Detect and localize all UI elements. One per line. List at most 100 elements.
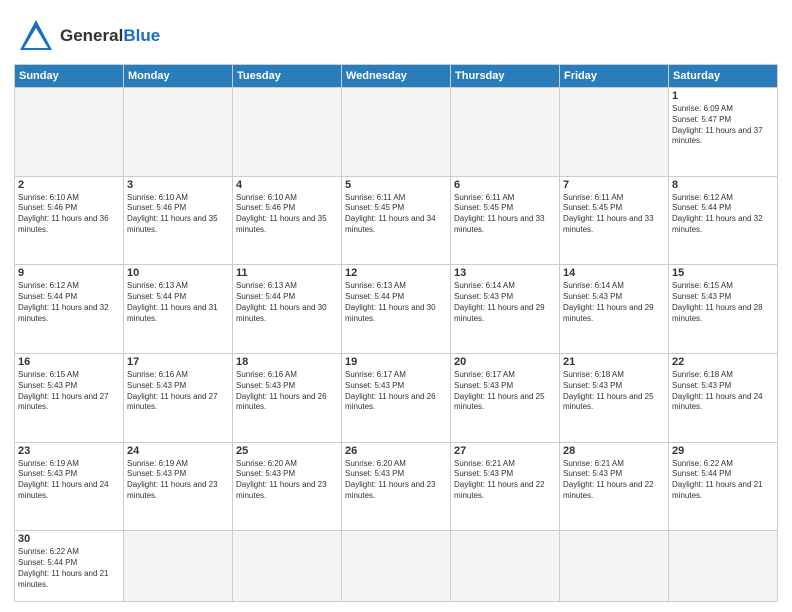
- calendar: SundayMondayTuesdayWednesdayThursdayFrid…: [14, 64, 778, 602]
- day-number: 3: [127, 179, 229, 191]
- calendar-cell: 22Sunrise: 6:18 AMSunset: 5:43 PMDayligh…: [669, 353, 778, 442]
- day-number: 7: [563, 179, 665, 191]
- calendar-cell: 13 Sunrise: 6:14 AMSunset: 5:43 PMDayligh…: [451, 265, 560, 354]
- day-number: 9: [18, 267, 120, 279]
- logo-text: GeneralBlue: [60, 27, 160, 46]
- calendar-week-3: 9 Sunrise: 6:12 AMSunset: 5:44 PMDaylight…: [15, 265, 778, 354]
- calendar-week-1: 1 Sunrise: 6:09 AMSunset: 5:47 PMDaylight…: [15, 88, 778, 177]
- weekday-header-friday: Friday: [560, 65, 669, 88]
- day-number: 16: [18, 356, 120, 368]
- cell-info: Sunrise: 6:16 AMSunset: 5:43 PMDaylight:…: [127, 370, 229, 413]
- day-number: 20: [454, 356, 556, 368]
- weekday-header-monday: Monday: [124, 65, 233, 88]
- cell-info: Sunrise: 6:16 AMSunset: 5:43 PMDaylight:…: [236, 370, 338, 413]
- weekday-header-sunday: Sunday: [15, 65, 124, 88]
- day-number: 14: [563, 267, 665, 279]
- cell-info: Sunrise: 6:17 AMSunset: 5:43 PMDaylight:…: [345, 370, 447, 413]
- cell-info: Sunrise: 6:22 AMSunset: 5:44 PMDaylight:…: [18, 547, 120, 590]
- cell-info: Sunrise: 6:12 AMSunset: 5:44 PMDaylight:…: [672, 193, 774, 236]
- calendar-cell: 23 Sunrise: 6:19 AMSunset: 5:43 PMDayligh…: [15, 442, 124, 531]
- day-number: 29: [672, 445, 774, 457]
- day-number: 28: [563, 445, 665, 457]
- header: GeneralBlue: [14, 10, 778, 58]
- cell-info: Sunrise: 6:10 AMSunset: 5:46 PMDaylight:…: [236, 193, 338, 236]
- cell-info: Sunrise: 6:20 AMSunset: 5:43 PMDaylight:…: [345, 459, 447, 502]
- calendar-cell: [560, 88, 669, 177]
- cell-info: Sunrise: 6:19 AMSunset: 5:43 PMDaylight:…: [127, 459, 229, 502]
- cell-info: Sunrise: 6:11 AMSunset: 5:45 PMDaylight:…: [563, 193, 665, 236]
- day-number: 12: [345, 267, 447, 279]
- calendar-cell: [342, 88, 451, 177]
- cell-info: Sunrise: 6:19 AMSunset: 5:43 PMDaylight:…: [18, 459, 120, 502]
- calendar-cell: [342, 531, 451, 602]
- calendar-cell: [669, 531, 778, 602]
- calendar-cell: [233, 88, 342, 177]
- cell-info: Sunrise: 6:14 AMSunset: 5:43 PMDaylight:…: [454, 281, 556, 324]
- cell-info: Sunrise: 6:15 AMSunset: 5:43 PMDaylight:…: [18, 370, 120, 413]
- logo-blue: Blue: [123, 26, 160, 45]
- day-number: 11: [236, 267, 338, 279]
- calendar-cell: [560, 531, 669, 602]
- calendar-cell: 12Sunrise: 6:13 AMSunset: 5:44 PMDayligh…: [342, 265, 451, 354]
- day-number: 18: [236, 356, 338, 368]
- cell-info: Sunrise: 6:12 AMSunset: 5:44 PMDaylight:…: [18, 281, 120, 324]
- calendar-cell: 8Sunrise: 6:12 AMSunset: 5:44 PMDaylight…: [669, 176, 778, 265]
- calendar-cell: 6 Sunrise: 6:11 AMSunset: 5:45 PMDaylight…: [451, 176, 560, 265]
- calendar-cell: [15, 88, 124, 177]
- day-number: 25: [236, 445, 338, 457]
- calendar-cell: 2Sunrise: 6:10 AMSunset: 5:46 PMDaylight…: [15, 176, 124, 265]
- calendar-cell: 28 Sunrise: 6:21 AMSunset: 5:43 PMDayligh…: [560, 442, 669, 531]
- calendar-header-row: SundayMondayTuesdayWednesdayThursdayFrid…: [15, 65, 778, 88]
- day-number: 13: [454, 267, 556, 279]
- cell-info: Sunrise: 6:09 AMSunset: 5:47 PMDaylight:…: [672, 104, 774, 147]
- calendar-week-5: 23 Sunrise: 6:19 AMSunset: 5:43 PMDayligh…: [15, 442, 778, 531]
- weekday-header-wednesday: Wednesday: [342, 65, 451, 88]
- weekday-header-thursday: Thursday: [451, 65, 560, 88]
- day-number: 19: [345, 356, 447, 368]
- day-number: 23: [18, 445, 120, 457]
- cell-info: Sunrise: 6:18 AMSunset: 5:43 PMDaylight:…: [672, 370, 774, 413]
- cell-info: Sunrise: 6:10 AMSunset: 5:46 PMDaylight:…: [127, 193, 229, 236]
- weekday-header-tuesday: Tuesday: [233, 65, 342, 88]
- day-number: 30: [18, 533, 120, 545]
- cell-info: Sunrise: 6:18 AMSunset: 5:43 PMDaylight:…: [563, 370, 665, 413]
- day-number: 6: [454, 179, 556, 191]
- calendar-cell: 17Sunrise: 6:16 AMSunset: 5:43 PMDayligh…: [124, 353, 233, 442]
- calendar-week-6: 30 Sunrise: 6:22 AMSunset: 5:44 PMDayligh…: [15, 531, 778, 602]
- cell-info: Sunrise: 6:11 AMSunset: 5:45 PMDaylight:…: [454, 193, 556, 236]
- day-number: 26: [345, 445, 447, 457]
- cell-info: Sunrise: 6:21 AMSunset: 5:43 PMDaylight:…: [563, 459, 665, 502]
- calendar-cell: 19 Sunrise: 6:17 AMSunset: 5:43 PMDayligh…: [342, 353, 451, 442]
- logo: GeneralBlue: [14, 10, 160, 58]
- cell-info: Sunrise: 6:11 AMSunset: 5:45 PMDaylight:…: [345, 193, 447, 236]
- cell-info: Sunrise: 6:15 AMSunset: 5:43 PMDaylight:…: [672, 281, 774, 324]
- calendar-cell: 4 Sunrise: 6:10 AMSunset: 5:46 PMDaylight…: [233, 176, 342, 265]
- day-number: 4: [236, 179, 338, 191]
- day-number: 2: [18, 179, 120, 191]
- calendar-cell: 3 Sunrise: 6:10 AMSunset: 5:46 PMDaylight…: [124, 176, 233, 265]
- calendar-cell: [451, 88, 560, 177]
- calendar-cell: 1 Sunrise: 6:09 AMSunset: 5:47 PMDaylight…: [669, 88, 778, 177]
- calendar-cell: [124, 531, 233, 602]
- day-number: 15: [672, 267, 774, 279]
- calendar-cell: 11 Sunrise: 6:13 AMSunset: 5:44 PMDayligh…: [233, 265, 342, 354]
- calendar-cell: [233, 531, 342, 602]
- calendar-cell: [451, 531, 560, 602]
- calendar-cell: 29 Sunrise: 6:22 AMSunset: 5:44 PMDayligh…: [669, 442, 778, 531]
- calendar-cell: [124, 88, 233, 177]
- calendar-cell: 21 Sunrise: 6:18 AMSunset: 5:43 PMDayligh…: [560, 353, 669, 442]
- calendar-cell: 24 Sunrise: 6:19 AMSunset: 5:43 PMDayligh…: [124, 442, 233, 531]
- day-number: 21: [563, 356, 665, 368]
- day-number: 24: [127, 445, 229, 457]
- calendar-cell: 20Sunrise: 6:17 AMSunset: 5:43 PMDayligh…: [451, 353, 560, 442]
- cell-info: Sunrise: 6:13 AMSunset: 5:44 PMDaylight:…: [127, 281, 229, 324]
- cell-info: Sunrise: 6:22 AMSunset: 5:44 PMDaylight:…: [672, 459, 774, 502]
- calendar-cell: 30 Sunrise: 6:22 AMSunset: 5:44 PMDayligh…: [15, 531, 124, 602]
- cell-info: Sunrise: 6:14 AMSunset: 5:43 PMDaylight:…: [563, 281, 665, 324]
- day-number: 1: [672, 90, 774, 102]
- cell-info: Sunrise: 6:13 AMSunset: 5:44 PMDaylight:…: [236, 281, 338, 324]
- weekday-header-saturday: Saturday: [669, 65, 778, 88]
- calendar-cell: 16 Sunrise: 6:15 AMSunset: 5:43 PMDayligh…: [15, 353, 124, 442]
- calendar-week-4: 16 Sunrise: 6:15 AMSunset: 5:43 PMDayligh…: [15, 353, 778, 442]
- day-number: 27: [454, 445, 556, 457]
